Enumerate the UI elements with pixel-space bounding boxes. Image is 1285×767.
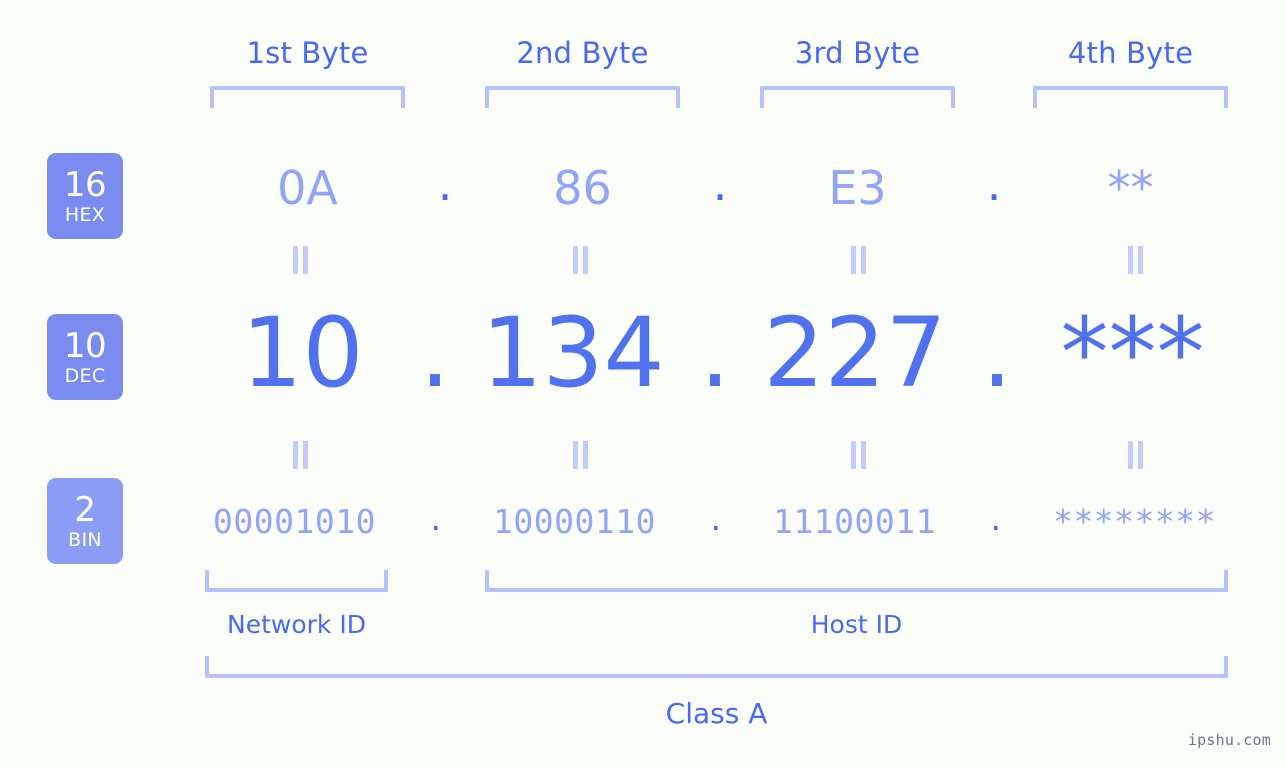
byte-bracket-3 <box>760 86 955 108</box>
dec-separator-1: . <box>419 297 451 409</box>
base-badge-bin: 2 BIN <box>47 478 123 564</box>
byte-bracket-2 <box>485 86 680 108</box>
ip-class-label: Class A <box>665 697 768 730</box>
bin-separator-1: . <box>430 499 442 538</box>
dec-byte-4: *** <box>1060 297 1205 409</box>
equality-mark-hex-dec-2 <box>572 246 590 274</box>
base-badge-dec: 10 DEC <box>47 314 123 400</box>
dec-separator-2: . <box>699 297 731 409</box>
base-badge-dec-number: 10 <box>63 325 107 366</box>
equality-mark-hex-dec-1 <box>292 246 310 274</box>
ip-breakdown-diagram: 1st Byte 2nd Byte 3rd Byte 4th Byte 16 H… <box>0 0 1285 767</box>
dec-byte-1: 10 <box>241 297 364 409</box>
bin-separator-2: . <box>710 499 722 538</box>
hex-separator-1: . <box>437 157 453 211</box>
network-id-bracket <box>205 570 388 592</box>
equality-mark-hex-dec-3 <box>850 246 868 274</box>
byte-bracket-1 <box>210 86 405 108</box>
bin-separator-3: . <box>990 499 1002 538</box>
bin-byte-4: ******** <box>1053 502 1216 541</box>
base-badge-bin-number: 2 <box>74 489 96 530</box>
equality-mark-dec-bin-1 <box>292 441 310 469</box>
base-badge-hex-label: HEX <box>64 203 106 226</box>
dec-byte-2: 134 <box>481 297 665 409</box>
byte-bracket-4 <box>1033 86 1228 108</box>
equality-mark-dec-bin-3 <box>850 441 868 469</box>
hex-byte-1: 0A <box>277 161 338 215</box>
hex-separator-3: . <box>986 157 1002 211</box>
bin-byte-3: 11100011 <box>773 502 936 541</box>
base-badge-hex: 16 HEX <box>47 153 123 239</box>
host-id-bracket <box>485 570 1228 592</box>
bin-byte-2: 10000110 <box>493 502 656 541</box>
dec-byte-3: 227 <box>763 297 947 409</box>
hex-separator-2: . <box>712 157 728 211</box>
equality-mark-dec-bin-2 <box>572 441 590 469</box>
base-badge-dec-label: DEC <box>64 364 106 387</box>
byte-header-2: 2nd Byte <box>516 36 649 70</box>
host-id-label: Host ID <box>810 610 903 639</box>
base-badge-hex-number: 16 <box>63 164 107 205</box>
site-watermark: ipshu.com <box>1187 731 1271 749</box>
byte-header-1: 1st Byte <box>246 36 369 70</box>
byte-header-4: 4th Byte <box>1067 36 1194 70</box>
hex-byte-3: E3 <box>828 161 887 215</box>
base-badge-bin-label: BIN <box>68 528 102 551</box>
byte-header-3: 3rd Byte <box>794 36 921 70</box>
hex-byte-4: ** <box>1107 161 1154 215</box>
bin-byte-1: 00001010 <box>213 502 376 541</box>
equality-mark-dec-bin-4 <box>1127 441 1145 469</box>
equality-mark-hex-dec-4 <box>1127 246 1145 274</box>
dec-separator-3: . <box>981 297 1013 409</box>
network-id-label: Network ID <box>227 610 366 639</box>
ip-class-bracket <box>205 656 1228 678</box>
hex-byte-2: 86 <box>553 161 612 215</box>
